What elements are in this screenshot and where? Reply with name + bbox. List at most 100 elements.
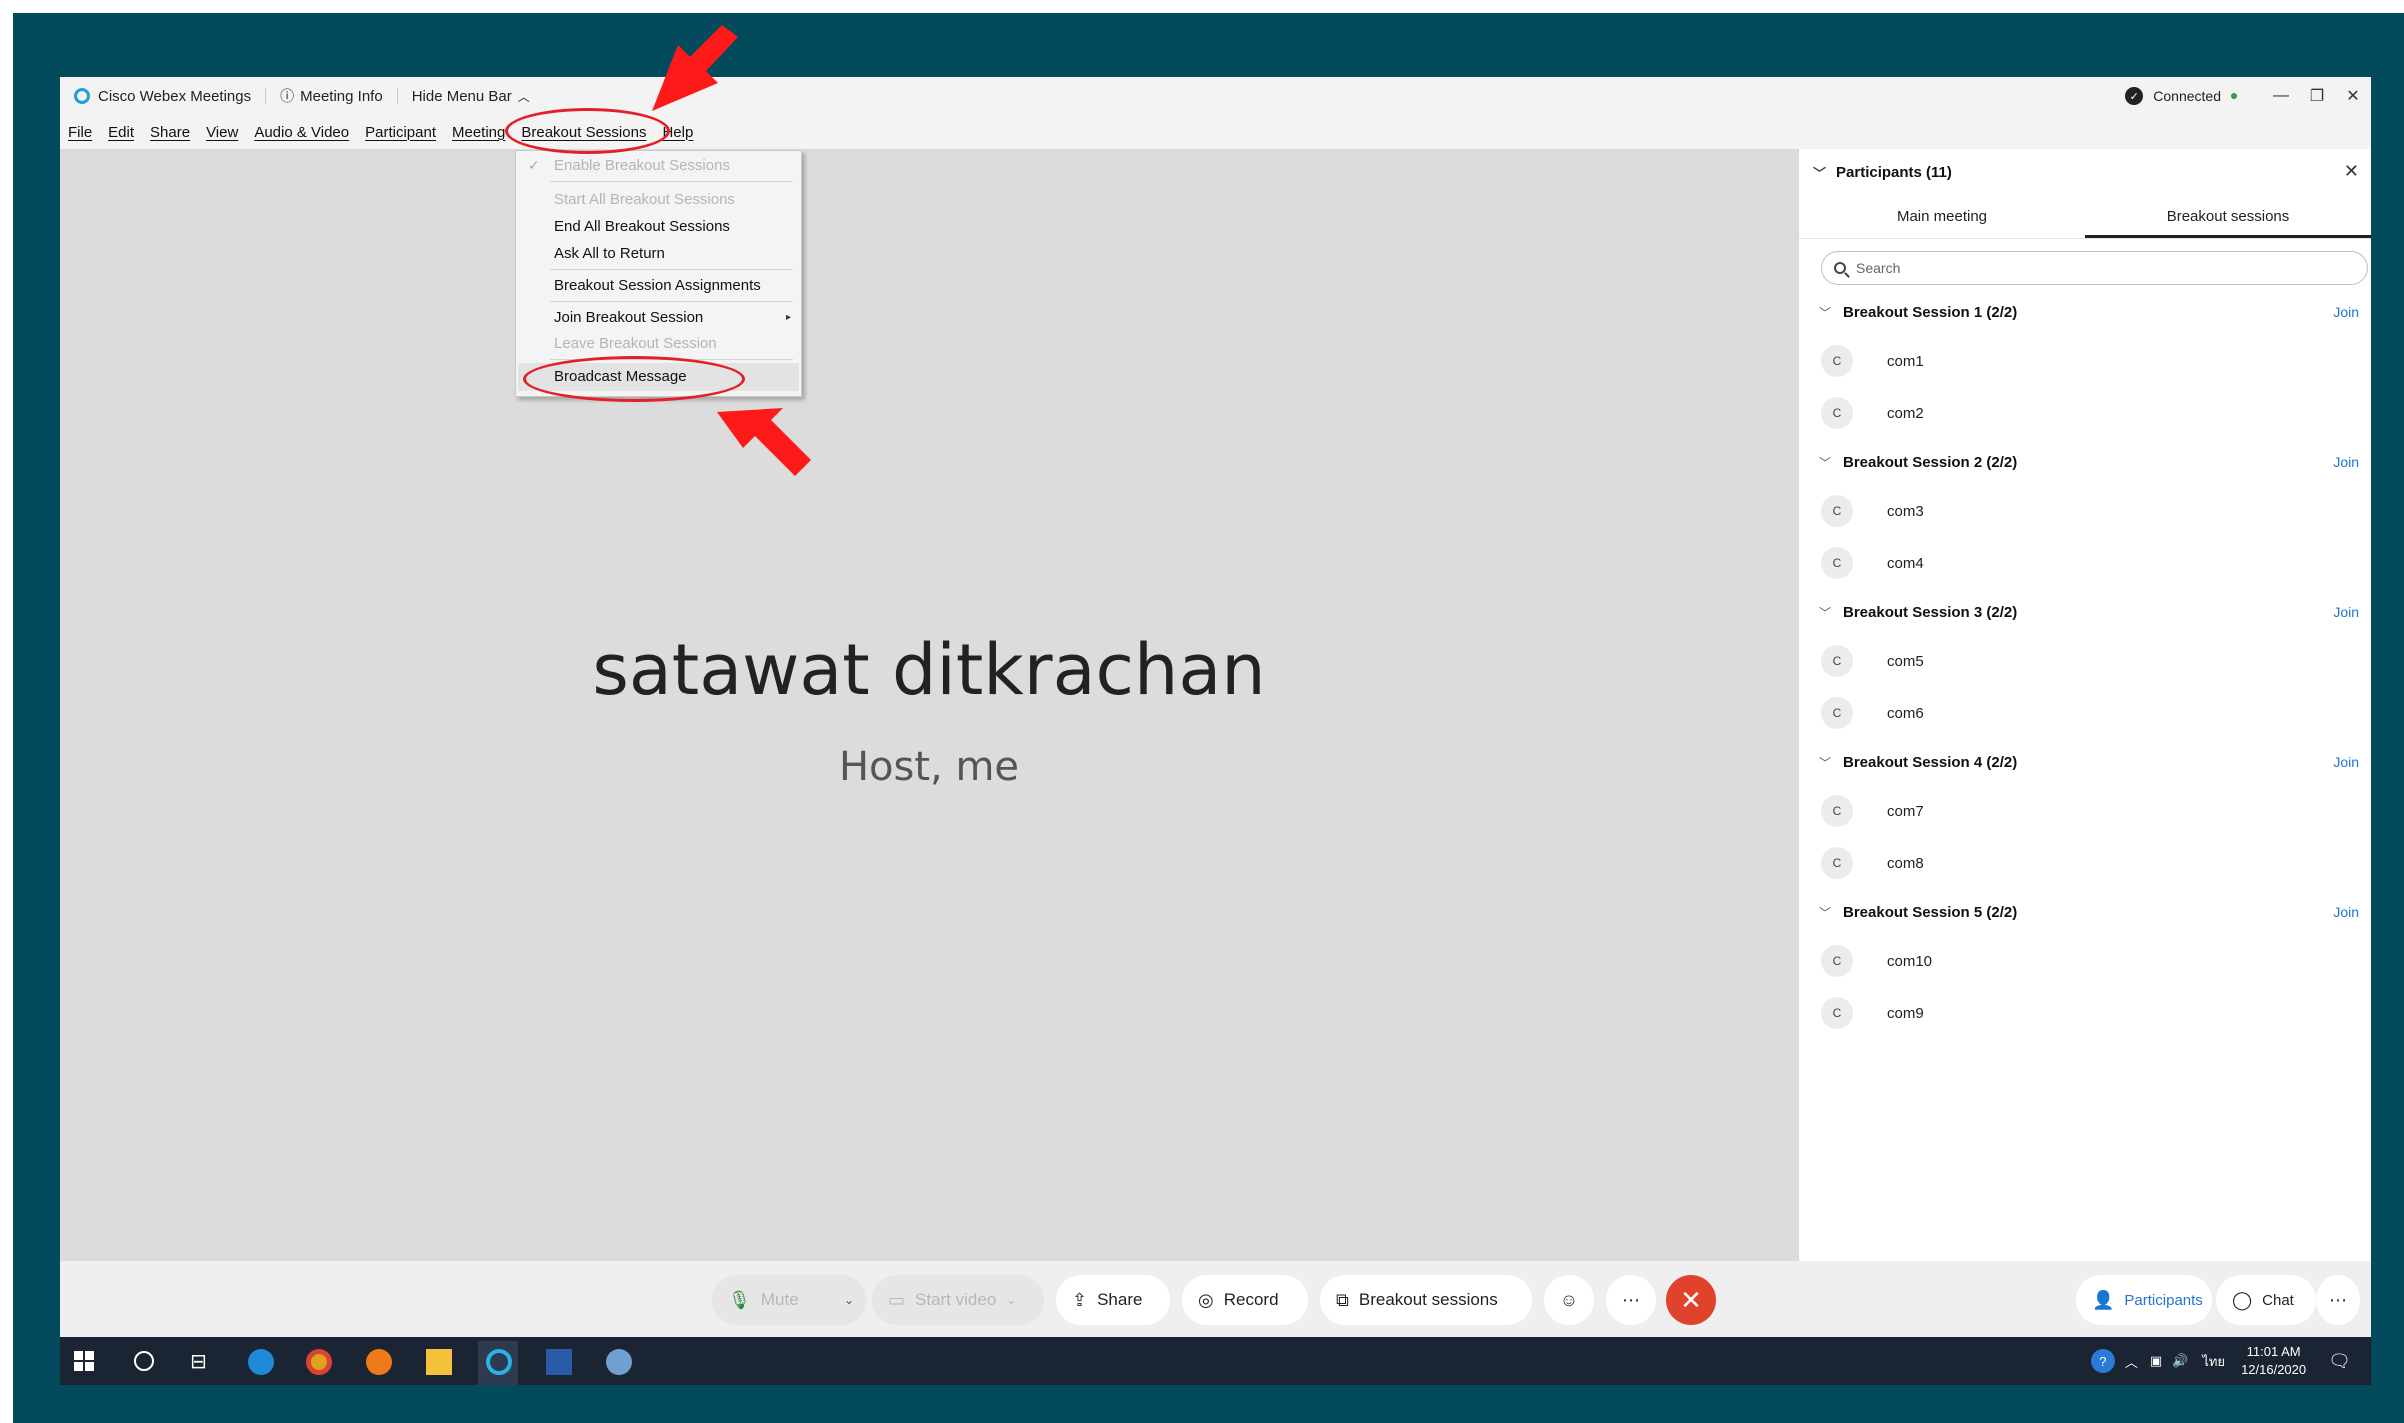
- edge-icon[interactable]: [248, 1349, 274, 1375]
- group-header[interactable]: ﹀ Breakout Session 3 (2/2) Join: [1799, 589, 2371, 635]
- participant-row[interactable]: Ccom10: [1799, 935, 2371, 987]
- participant-name: com4: [1887, 554, 1924, 572]
- chat-button[interactable]: ◯ Chat: [2216, 1275, 2316, 1325]
- chevron-up-icon: ︿: [517, 89, 530, 104]
- group-header[interactable]: ﹀ Breakout Session 2 (2/2) Join: [1799, 439, 2371, 485]
- chevron-up-icon[interactable]: ︿: [2125, 1352, 2138, 1371]
- person-icon: 👤: [2092, 1289, 2115, 1310]
- meeting-info-button[interactable]: ⓘ Meeting Info: [266, 77, 397, 115]
- notification-icon[interactable]: 🗨: [2328, 1351, 2351, 1372]
- clock[interactable]: 11:01 AM 12/16/2020: [2241, 1343, 2306, 1379]
- reactions-button[interactable]: ☺: [1544, 1275, 1594, 1325]
- microphone-icon: 🎙: [728, 1289, 751, 1310]
- menu-assignments[interactable]: Breakout Session Assignments: [554, 277, 761, 294]
- hide-menu-bar-button[interactable]: Hide Menu Bar ︿: [398, 77, 544, 115]
- participant-row[interactable]: Ccom1: [1799, 335, 2371, 387]
- group-name: Breakout Session 5 (2/2): [1843, 903, 2018, 921]
- chevron-down-icon: ⌄: [1006, 1293, 1017, 1307]
- panel-title: Participants (11): [1836, 163, 1952, 181]
- language-indicator[interactable]: ไทย: [2202, 1351, 2225, 1372]
- start-video-button[interactable]: ▭ Start video ⌄: [872, 1275, 1044, 1325]
- host-name: satawat ditkrachan: [592, 629, 1266, 711]
- participant-row[interactable]: Ccom4: [1799, 537, 2371, 589]
- menu-audio-video[interactable]: Audio & Video: [246, 115, 357, 149]
- join-button[interactable]: Join: [2333, 904, 2359, 920]
- menu-meeting[interactable]: Meeting: [444, 115, 513, 149]
- close-panel-icon[interactable]: ✕: [2344, 161, 2359, 182]
- breakout-group: ﹀ Breakout Session 5 (2/2) Join Ccom10 Cco…: [1799, 889, 2371, 1039]
- participant-row[interactable]: Ccom7: [1799, 785, 2371, 837]
- participant-row[interactable]: Ccom2: [1799, 387, 2371, 439]
- minimize-button[interactable]: —: [2263, 87, 2299, 105]
- participant-row[interactable]: Ccom6: [1799, 687, 2371, 739]
- avatar: C: [1821, 547, 1853, 579]
- breakout-group: ﹀ Breakout Session 1 (2/2) Join Ccom1 Ccom…: [1799, 289, 2371, 439]
- webex-taskbar-icon: [486, 1349, 512, 1375]
- annotation-arrow-up-icon: [717, 408, 811, 476]
- smiley-icon: ☺: [1559, 1289, 1579, 1310]
- search-circle-icon[interactable]: [134, 1351, 154, 1371]
- menu-share[interactable]: Share: [142, 115, 198, 149]
- chrome-icon[interactable]: [306, 1349, 332, 1375]
- restore-button[interactable]: ❐: [2299, 86, 2335, 106]
- word-icon[interactable]: [546, 1349, 572, 1375]
- menu-join-breakout[interactable]: Join Breakout Session: [554, 309, 703, 326]
- group-header[interactable]: ﹀ Breakout Session 1 (2/2) Join: [1799, 289, 2371, 335]
- menu-file[interactable]: File: [60, 115, 100, 149]
- join-button[interactable]: Join: [2333, 454, 2359, 470]
- tab-breakout-sessions[interactable]: Breakout sessions: [2085, 195, 2371, 238]
- app-icon[interactable]: [606, 1349, 632, 1375]
- mute-button[interactable]: 🎙 Mute: [712, 1275, 850, 1325]
- menu-edit[interactable]: Edit: [100, 115, 142, 149]
- breakout-icon: ⧉: [1336, 1289, 1349, 1310]
- menu-ask-all-return[interactable]: Ask All to Return: [554, 245, 665, 262]
- menu-participant[interactable]: Participant: [357, 115, 444, 149]
- participant-row[interactable]: Ccom3: [1799, 485, 2371, 537]
- panel-more-button[interactable]: ⋯: [2316, 1275, 2360, 1325]
- participants-button[interactable]: 👤 Participants: [2076, 1275, 2212, 1325]
- record-button[interactable]: ◎ Record: [1182, 1275, 1308, 1325]
- participant-row[interactable]: Ccom5: [1799, 635, 2371, 687]
- avatar: C: [1821, 997, 1853, 1029]
- menu-start-all[interactable]: Start All Breakout Sessions: [554, 191, 735, 208]
- close-window-button[interactable]: ✕: [2335, 86, 2371, 106]
- avatar: C: [1821, 697, 1853, 729]
- breakout-sessions-button[interactable]: ⧉ Breakout sessions: [1320, 1275, 1532, 1325]
- group-header[interactable]: ﹀ Breakout Session 5 (2/2) Join: [1799, 889, 2371, 935]
- clock-time: 11:01 AM: [2246, 1344, 2301, 1359]
- menu-leave-breakout[interactable]: Leave Breakout Session: [554, 335, 717, 352]
- avatar: C: [1821, 847, 1853, 879]
- start-video-label: Start video: [915, 1290, 997, 1309]
- participant-row[interactable]: Ccom8: [1799, 837, 2371, 889]
- breakout-label: Breakout sessions: [1358, 1290, 1498, 1309]
- group-header[interactable]: ﹀ Breakout Session 4 (2/2) Join: [1799, 739, 2371, 785]
- chevron-down-icon: ﹀: [1813, 165, 1827, 181]
- webex-window: Cisco Webex Meetings ⓘ Meeting Info Hide…: [60, 77, 2371, 1337]
- connection-status[interactable]: Connected: [2153, 88, 2221, 104]
- volume-icon[interactable]: 🔊: [2172, 1353, 2188, 1369]
- mute-options-button[interactable]: ⌄: [832, 1275, 866, 1325]
- help-icon[interactable]: ?: [2090, 1349, 2115, 1373]
- task-view-icon[interactable]: ⊟: [190, 1349, 216, 1375]
- menu-enable-breakout[interactable]: Enable Breakout Sessions: [554, 157, 730, 174]
- breakout-group: ﹀ Breakout Session 4 (2/2) Join Ccom7 Ccom…: [1799, 739, 2371, 889]
- join-button[interactable]: Join: [2333, 304, 2359, 320]
- join-button[interactable]: Join: [2333, 754, 2359, 770]
- check-icon: ✓: [528, 157, 540, 173]
- tab-main-meeting[interactable]: Main meeting: [1799, 195, 2085, 238]
- participant-row[interactable]: Ccom9: [1799, 987, 2371, 1039]
- menu-end-all[interactable]: End All Breakout Sessions: [554, 218, 730, 235]
- file-explorer-icon[interactable]: [426, 1349, 452, 1375]
- panel-header[interactable]: ﹀ Participants (11): [1799, 149, 2371, 195]
- more-options-button[interactable]: ⋯: [1606, 1275, 1656, 1325]
- search-input[interactable]: Search: [1821, 251, 2368, 285]
- menu-view[interactable]: View: [198, 115, 246, 149]
- participant-name: com1: [1887, 352, 1924, 370]
- windows-start-icon[interactable]: [74, 1351, 94, 1371]
- share-button[interactable]: ⇪ Share: [1056, 1275, 1170, 1325]
- leave-meeting-button[interactable]: ✕: [1666, 1275, 1716, 1325]
- search-placeholder: Search: [1856, 260, 1901, 276]
- firefox-icon[interactable]: [366, 1349, 392, 1375]
- join-button[interactable]: Join: [2333, 604, 2359, 620]
- network-icon[interactable]: ▣: [2150, 1353, 2162, 1369]
